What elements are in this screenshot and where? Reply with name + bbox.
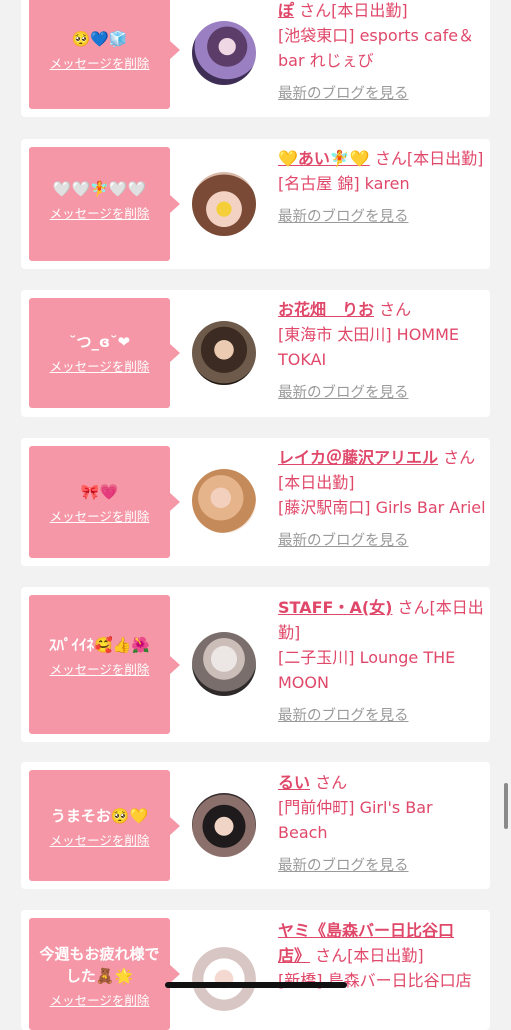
avatar[interactable] (192, 632, 256, 696)
user-info: レイカ＠藤沢アリエル さん[本日出勤] [藤沢駅南口] Girls Bar Ar… (278, 445, 486, 552)
message-bubble: うまそお🥺💛 メッセージを削除 (29, 770, 180, 881)
latest-blog-link[interactable]: 最新のブログを見る (278, 705, 409, 727)
avatar[interactable] (192, 947, 256, 1011)
message-text: 🥺💙🧊 (71, 30, 128, 48)
message-bubble: ˘つ_ɞ˘❤︎ メッセージを削除 (29, 298, 180, 408)
user-info: ぽ さん[本日出勤] [池袋東口] esports cafe＆bar れじぇび … (278, 0, 485, 105)
list-item: 🎀💗 メッセージを削除 レイカ＠藤沢アリエル さん[本日出勤] [藤沢駅南口] … (21, 438, 490, 566)
shift-status: [本日出勤] (278, 473, 355, 492)
shop-name: [門前仲町] Girl's Bar Beach (278, 798, 433, 842)
delete-message-link[interactable]: メッセージを削除 (35, 205, 164, 223)
latest-blog-link[interactable]: 最新のブログを見る (278, 206, 409, 228)
latest-blog-link[interactable]: 最新のブログを見る (278, 83, 409, 105)
avatar[interactable] (192, 21, 256, 85)
shop-name: [二子玉川] Lounge THE MOON (278, 648, 456, 692)
delete-message-link[interactable]: メッセージを削除 (35, 55, 164, 73)
user-name-link[interactable]: 💛あい🧚💛 (278, 149, 370, 168)
home-indicator[interactable] (165, 982, 347, 988)
message-text: 今週もお疲れ様でした🧸🌟 (39, 945, 160, 985)
shift-status: [本日出勤] (331, 1, 408, 20)
shop-name: [名古屋 錦] karen (278, 174, 410, 193)
delete-message-link[interactable]: メッセージを削除 (35, 661, 164, 679)
avatar[interactable] (192, 172, 256, 236)
message-text: ˘つ_ɞ˘❤︎ (68, 333, 131, 351)
list-item: ｽﾊﾟｲｲﾈ🥰👍🌺 メッセージを削除 STAFF・A(女) さん[本日出勤] [… (21, 587, 490, 742)
message-text: ｽﾊﾟｲｲﾈ🥰👍🌺 (48, 636, 151, 654)
message-bubble: ｽﾊﾟｲｲﾈ🥰👍🌺 メッセージを削除 (29, 595, 180, 734)
message-text: 🎀💗 (80, 483, 119, 501)
user-name-link[interactable]: るい (278, 773, 310, 792)
avatar[interactable] (192, 469, 256, 533)
list-item: 🥺💙🧊 メッセージを削除 ぽ さん[本日出勤] [池袋東口] esports c… (21, 0, 490, 117)
shop-name: [新橋] 島森バー日比谷口店 (278, 971, 472, 990)
shop-name: [藤沢駅南口] Girls Bar Ariel (278, 498, 486, 517)
avatar[interactable] (192, 793, 256, 857)
user-info: STAFF・A(女) さん[本日出勤] [二子玉川] Lounge THE MO… (278, 595, 485, 727)
user-name-link[interactable]: ぽ (278, 1, 294, 20)
list-item: 🤍🤍🧚🤍🤍 メッセージを削除 💛あい🧚💛 さん[本日出勤] [名古屋 錦] ka… (21, 139, 490, 269)
message-text: 🤍🤍🧚🤍🤍 (52, 180, 147, 198)
user-info: 💛あい🧚💛 さん[本日出勤] [名古屋 錦] karen 最新のブログを見る (278, 146, 485, 228)
avatar[interactable] (192, 321, 256, 385)
delete-message-link[interactable]: メッセージを削除 (35, 992, 164, 1010)
scrollbar-thumb[interactable] (504, 783, 508, 829)
user-name-link[interactable]: お花畑 りお (278, 300, 374, 319)
latest-blog-link[interactable]: 最新のブログを見る (278, 382, 409, 404)
delete-message-link[interactable]: メッセージを削除 (35, 508, 164, 526)
message-bubble: 今週もお疲れ様でした🧸🌟 メッセージを削除 (29, 918, 180, 1030)
user-info: お花畑 りお さん [東海市 太田川] HOMME TOKAI 最新のブログを見… (278, 297, 485, 404)
user-info: るい さん [門前仲町] Girl's Bar Beach 最新のブログを見る (278, 770, 485, 877)
list-item: ˘つ_ɞ˘❤︎ メッセージを削除 お花畑 りお さん [東海市 太田川] HOM… (21, 290, 490, 417)
shift-status: [本日出勤] (406, 149, 484, 168)
list-item: 今週もお疲れ様でした🧸🌟 メッセージを削除 ヤミ《島森バー日比谷口店》 さん[本… (21, 910, 490, 1030)
delete-message-link[interactable]: メッセージを削除 (35, 358, 164, 376)
message-bubble: 🥺💙🧊 メッセージを削除 (29, 0, 180, 109)
latest-blog-link[interactable]: 最新のブログを見る (278, 530, 409, 552)
shift-status: [本日出勤] (347, 946, 424, 965)
message-text: うまそお🥺💛 (50, 807, 149, 825)
user-name-link[interactable]: STAFF・A(女) (278, 598, 392, 617)
user-name-link[interactable]: レイカ＠藤沢アリエル (278, 448, 438, 467)
list-item: うまそお🥺💛 メッセージを削除 るい さん [門前仲町] Girl's Bar … (21, 762, 490, 889)
shop-name: [池袋東口] esports cafe＆bar れじぇび (278, 26, 475, 70)
shop-name: [東海市 太田川] HOMME TOKAI (278, 325, 460, 369)
latest-blog-link[interactable]: 最新のブログを見る (278, 855, 409, 877)
message-bubble: 🤍🤍🧚🤍🤍 メッセージを削除 (29, 147, 180, 261)
delete-message-link[interactable]: メッセージを削除 (35, 832, 164, 850)
message-bubble: 🎀💗 メッセージを削除 (29, 446, 180, 558)
